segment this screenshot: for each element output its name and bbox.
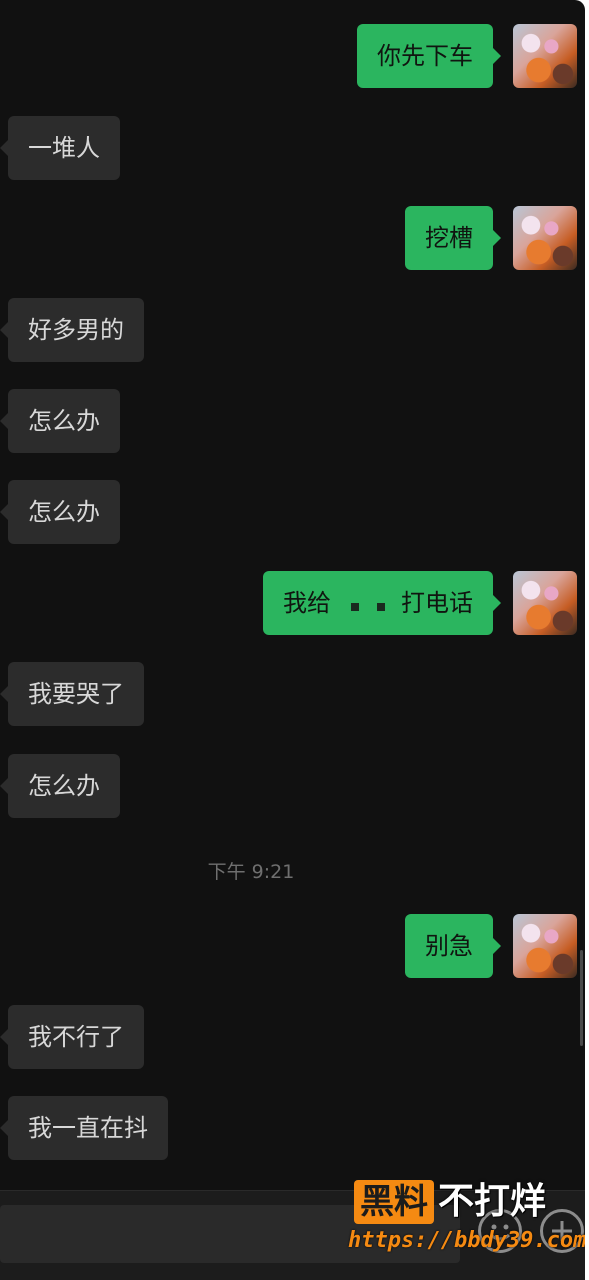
avatar[interactable] (513, 914, 577, 978)
message-text: 挖槽 (425, 224, 473, 252)
message-row: 别急 (0, 914, 585, 978)
incoming-message-bubble[interactable]: 我要哭了 (0, 662, 144, 726)
message-row: 我给 打电话 (0, 571, 585, 635)
message-text: 你先下车 (377, 42, 473, 70)
redacted-name (331, 589, 401, 619)
message-text: 怎么办 (28, 407, 100, 435)
incoming-message-bubble[interactable]: 怎么办 (0, 389, 120, 453)
message-row: 我要哭了 (0, 662, 585, 726)
message-text-before: 我给 (283, 589, 331, 617)
avatar[interactable] (513, 24, 577, 88)
watermark-url: https://bbdy39.com (348, 1228, 585, 1253)
watermark-logo: 黑料 不打烊 (354, 1178, 546, 1226)
watermark-text: 不打烊 (438, 1181, 547, 1222)
message-row: 我不行了 (0, 1005, 585, 1069)
incoming-message-bubble[interactable]: 我一直在抖 (0, 1096, 168, 1160)
outgoing-message-bubble[interactable]: 你先下车 (357, 24, 501, 88)
outgoing-message-bubble[interactable]: 别急 (405, 914, 501, 978)
message-text: 我要哭了 (28, 680, 124, 708)
chat-screen: 你先下车 一堆人 挖槽 好多男的 怎么办 怎么办 我给 打电话 我要哭了 怎么办… (0, 0, 585, 1280)
message-text: 一堆人 (28, 134, 100, 162)
incoming-message-bubble[interactable]: 好多男的 (0, 298, 144, 362)
incoming-message-bubble[interactable]: 我不行了 (0, 1005, 144, 1069)
incoming-message-bubble[interactable]: 怎么办 (0, 480, 120, 544)
message-text: 我不行了 (28, 1023, 124, 1051)
timestamp: 下午 9:21 (207, 861, 295, 883)
message-row: 挖槽 (0, 206, 585, 270)
watermark-badge: 黑料 (354, 1180, 434, 1224)
message-row: 一堆人 (0, 116, 585, 180)
message-text: 别急 (425, 932, 473, 960)
message-text-after: 打电话 (401, 589, 473, 617)
incoming-message-bubble[interactable]: 怎么办 (0, 754, 120, 818)
incoming-message-bubble[interactable]: 一堆人 (0, 116, 120, 180)
message-row: 好多男的 (0, 298, 585, 362)
avatar[interactable] (513, 206, 577, 270)
message-row: 我一直在抖 (0, 1096, 585, 1160)
message-row: 怎么办 (0, 480, 585, 544)
message-row: 怎么办 (0, 389, 585, 453)
message-row: 你先下车 (0, 24, 585, 88)
outgoing-message-bubble[interactable]: 我给 打电话 (263, 571, 501, 635)
message-text: 好多男的 (28, 316, 124, 344)
avatar[interactable] (513, 571, 577, 635)
outgoing-message-bubble[interactable]: 挖槽 (405, 206, 501, 270)
watermark: 黑料 不打烊 https://bbdy39.com (348, 1178, 585, 1278)
message-text: 我一直在抖 (28, 1114, 148, 1142)
message-row: 怎么办 (0, 754, 585, 818)
scrollbar[interactable] (580, 950, 583, 1046)
message-text: 怎么办 (28, 772, 100, 800)
message-text: 怎么办 (28, 498, 100, 526)
